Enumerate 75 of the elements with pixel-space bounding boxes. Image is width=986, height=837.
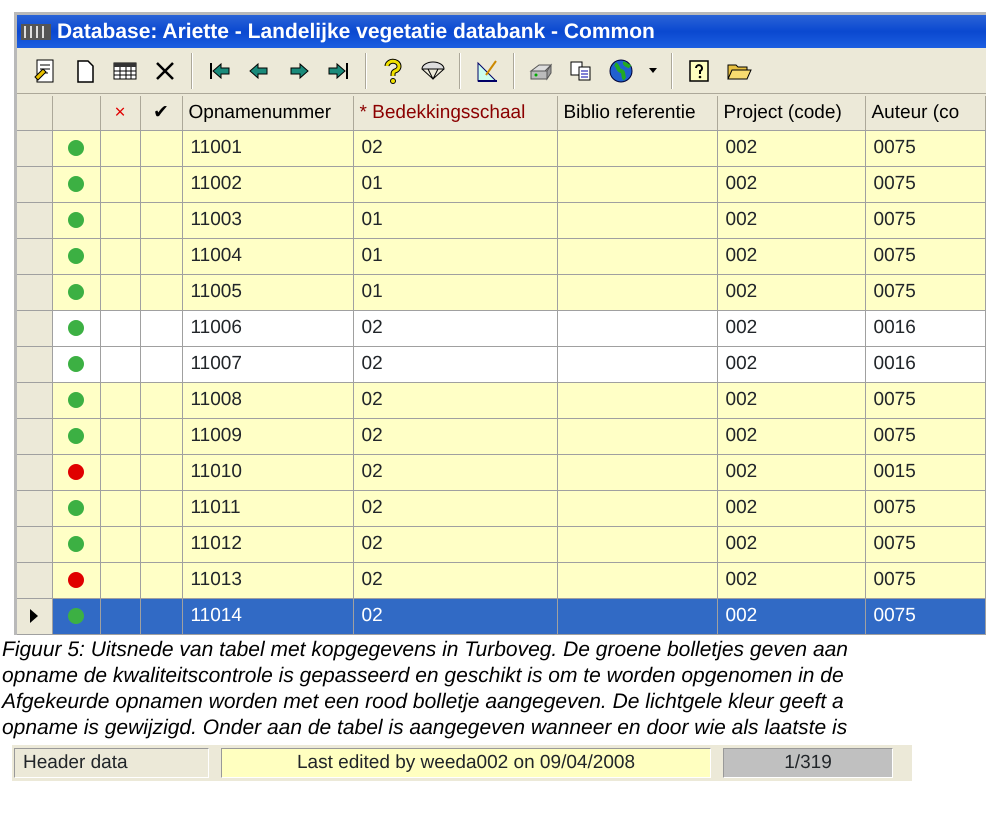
database-icon bbox=[21, 24, 51, 40]
table-cell: 02 bbox=[362, 460, 383, 482]
table-cell: 002 bbox=[726, 244, 758, 266]
table-cell: 002 bbox=[726, 280, 758, 302]
table-cell: 01 bbox=[362, 280, 383, 302]
column-header[interactable]: Project (code) bbox=[717, 96, 865, 130]
table-cell: 002 bbox=[726, 532, 758, 554]
table-cell: 11008 bbox=[190, 388, 242, 410]
table-cell: 002 bbox=[726, 316, 758, 338]
table-cell: 002 bbox=[726, 424, 758, 446]
table-cell: 11009 bbox=[190, 424, 242, 446]
table-cell: 0016 bbox=[874, 352, 916, 374]
caret-icon bbox=[649, 68, 657, 73]
caption-line: Figuur 5: Uitsnede van tabel met kopgegevens in Turboveg. De groene bolletjes geven aan bbox=[1, 638, 849, 660]
table-cell: 002 bbox=[726, 388, 758, 410]
table-cell: 0075 bbox=[874, 172, 916, 194]
table-cell: 02 bbox=[362, 496, 383, 518]
table-cell: 11002 bbox=[190, 172, 242, 194]
table-cell: 0075 bbox=[874, 532, 916, 554]
table-cell: 002 bbox=[726, 136, 758, 158]
column-header[interactable]: × bbox=[100, 96, 140, 130]
table-cell: 11005 bbox=[190, 280, 242, 302]
table-cell: 002 bbox=[726, 352, 758, 374]
table-cell: 01 bbox=[362, 208, 383, 230]
table-cell: 11007 bbox=[190, 352, 242, 374]
column-header[interactable]: Opnamenummer bbox=[182, 96, 353, 130]
table-cell: 0016 bbox=[874, 316, 916, 338]
table-cell: 002 bbox=[726, 460, 758, 482]
table-cell: 0075 bbox=[874, 244, 916, 266]
window-title: Database: Ariette - Landelijke vegetatie databank - Common bbox=[57, 18, 655, 45]
table-cell: 0075 bbox=[874, 280, 916, 302]
column-header[interactable]: Biblio referentie bbox=[557, 96, 717, 130]
table-cell: 0015 bbox=[874, 460, 916, 482]
table-cell: 11004 bbox=[190, 244, 242, 266]
table-cell: 0075 bbox=[874, 136, 916, 158]
caption-line: opname de kwaliteitscontrole is gepasseerd en geschikt is om te worden opgenomen in de bbox=[1, 664, 845, 686]
table-cell: 02 bbox=[362, 424, 383, 446]
table-cell: 0075 bbox=[874, 568, 916, 590]
table-cell: 02 bbox=[362, 532, 383, 554]
globe-icon bbox=[607, 56, 635, 84]
column-header[interactable]: * Bedekkingsschaal bbox=[353, 96, 557, 130]
status-section: Header data bbox=[14, 748, 209, 778]
table-cell: 0075 bbox=[874, 208, 916, 230]
row-pointer-icon bbox=[29, 608, 40, 624]
table-cell: 002 bbox=[726, 496, 758, 518]
table-cell: 11012 bbox=[190, 532, 242, 554]
table-cell: 02 bbox=[362, 136, 383, 158]
table-cell: 01 bbox=[362, 172, 383, 194]
table-cell: 02 bbox=[362, 604, 383, 626]
table-cell: 11003 bbox=[190, 208, 242, 230]
table-cell: 002 bbox=[726, 208, 758, 230]
table-cell: 11001 bbox=[190, 136, 242, 158]
last-edited-text: Last edited by weeda002 on 09/04/2008 bbox=[221, 748, 711, 778]
column-header[interactable]: ✔ bbox=[140, 96, 182, 130]
table-cell: 0075 bbox=[874, 496, 916, 518]
table-cell: 11011 bbox=[190, 496, 241, 518]
caption-line: Afgekeurde opnamen worden met een rood bolletje aangegeven. De lichtgele kleur geeft a bbox=[0, 690, 845, 712]
table-cell: 0075 bbox=[874, 604, 916, 626]
record-counter: 1/319 bbox=[723, 748, 893, 778]
table-cell: 11014 bbox=[190, 604, 242, 626]
table-cell: 0075 bbox=[874, 388, 916, 410]
table-cell: 11013 bbox=[190, 568, 242, 590]
caption-line: opname is gewijzigd. Onder aan de tabel is aangegeven wanneer en door wie als laatste is bbox=[1, 716, 848, 738]
table-cell: 11010 bbox=[190, 460, 242, 482]
table-cell: 02 bbox=[362, 388, 383, 410]
table-cell: 002 bbox=[726, 172, 758, 194]
table-cell: 02 bbox=[362, 568, 383, 590]
column-header[interactable]: Auteur (co bbox=[865, 96, 985, 130]
table-cell: 0075 bbox=[874, 424, 916, 446]
table-cell: 11006 bbox=[190, 316, 242, 338]
table-cell: 02 bbox=[362, 352, 383, 374]
table-cell: 01 bbox=[362, 244, 383, 266]
table-cell: 02 bbox=[362, 316, 383, 338]
table-cell: 002 bbox=[726, 604, 758, 626]
table-cell: 002 bbox=[726, 568, 758, 590]
